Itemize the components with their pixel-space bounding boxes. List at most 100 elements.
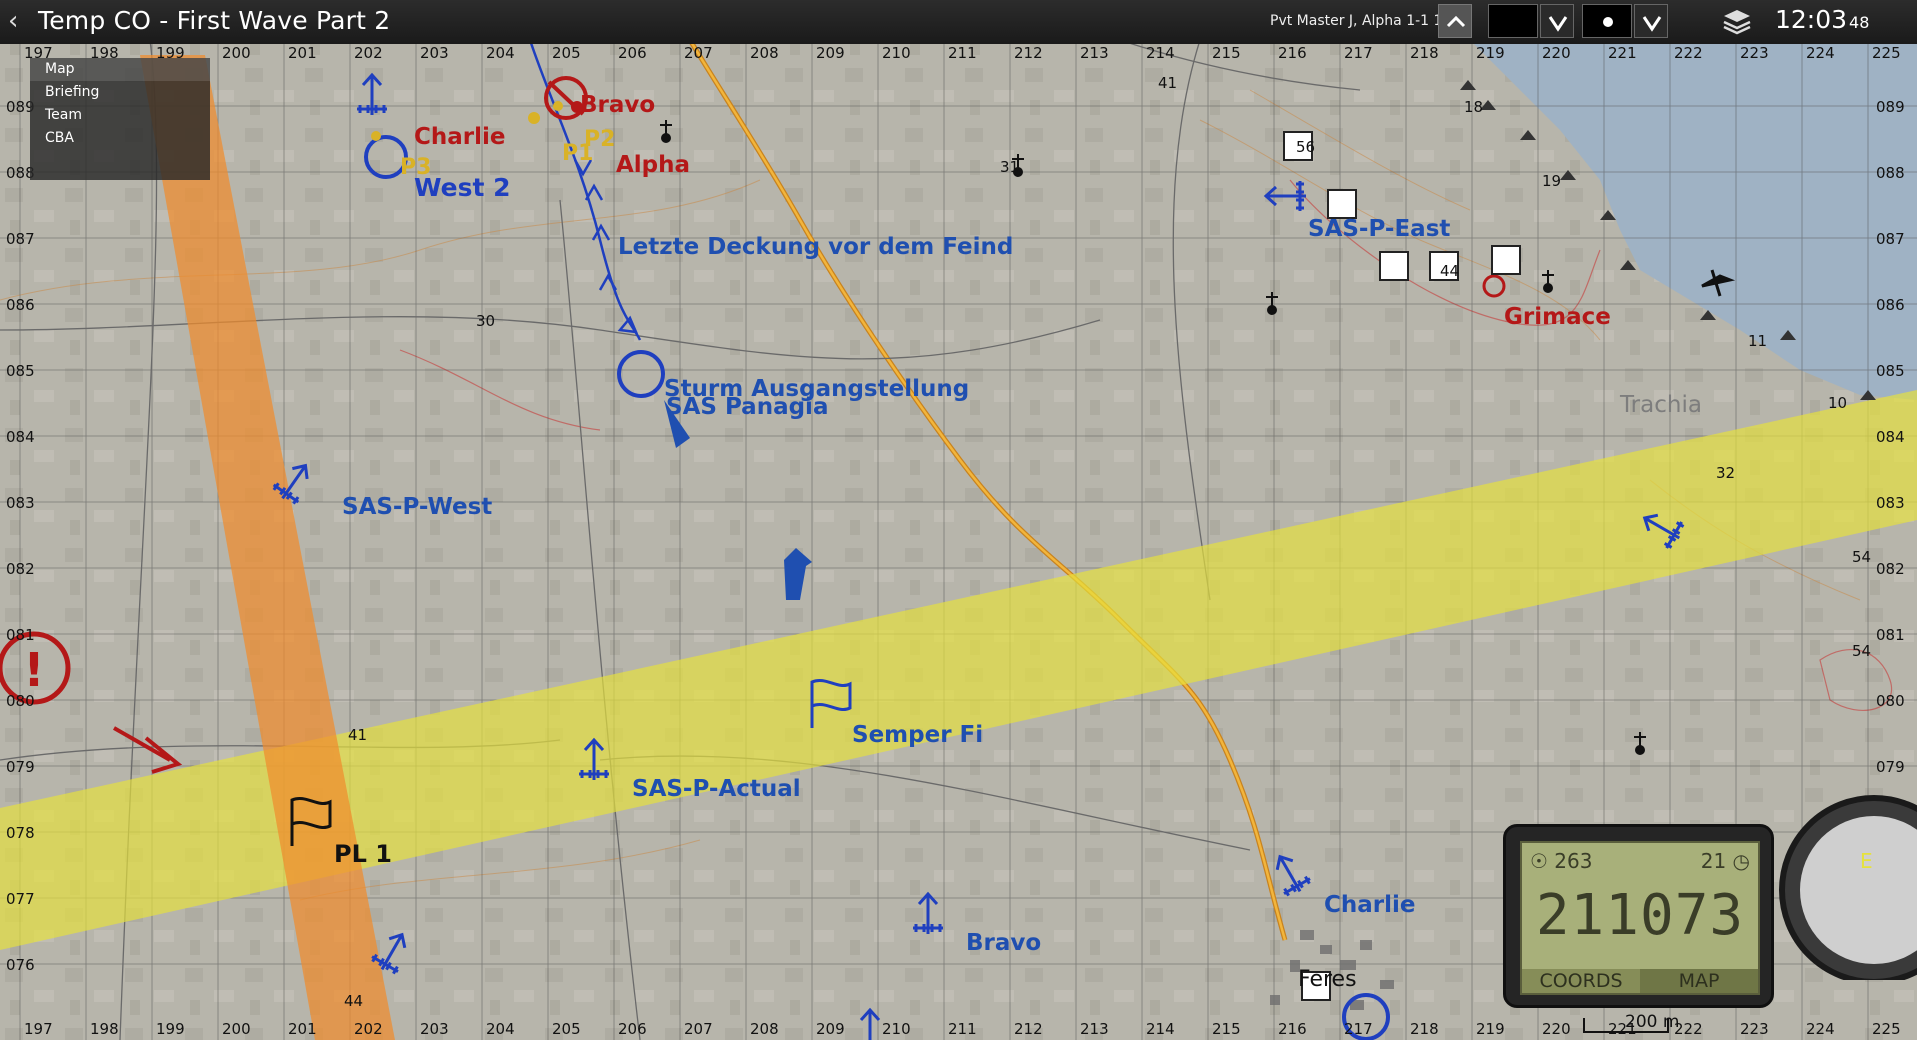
grid-label-top: 224 xyxy=(1806,44,1835,62)
label-semper-fi[interactable]: Semper Fi xyxy=(852,722,983,748)
grid-label-left: 087 xyxy=(6,230,35,248)
label-grimace[interactable]: Grimace xyxy=(1504,304,1611,330)
grid-label-top: 203 xyxy=(420,44,449,62)
menu-item-cba[interactable]: CBA xyxy=(30,127,210,150)
label-feres: Feres xyxy=(1298,967,1357,992)
label-bravo-n[interactable]: Bravo xyxy=(580,92,655,118)
elev-10: 10 xyxy=(1828,394,1847,412)
top-bar: ‹ Temp CO - First Wave Part 2 Pvt Master… xyxy=(0,0,1917,44)
elev-19: 19 xyxy=(1542,172,1561,190)
elev-11: 11 xyxy=(1748,332,1767,350)
grid-label-bottom: 216 xyxy=(1278,1020,1307,1038)
grid-label-bottom: 202 xyxy=(354,1020,383,1038)
grid-label-top: 211 xyxy=(948,44,977,62)
grid-label-top: 221 xyxy=(1608,44,1637,62)
menu-item-team[interactable]: Team xyxy=(30,104,210,127)
gps-speed-icon: ◷ xyxy=(1732,849,1750,873)
bravo-dot xyxy=(553,101,563,111)
elev-41b: 41 xyxy=(1158,74,1177,92)
grid-label-left: 080 xyxy=(6,692,35,710)
channel-color-box[interactable] xyxy=(1488,4,1538,38)
layers-icon xyxy=(1723,10,1751,35)
marker-type-box[interactable] xyxy=(1582,4,1632,38)
elev-54a: 54 xyxy=(1852,548,1871,566)
elev-30: 30 xyxy=(476,312,495,330)
grid-label-bottom: 209 xyxy=(816,1020,845,1038)
grid-label-right: 088 xyxy=(1876,164,1905,182)
grid-label-left: 083 xyxy=(6,494,35,512)
grid-label-top: 210 xyxy=(882,44,911,62)
elev-41a: 41 xyxy=(348,726,367,744)
back-chevron-icon[interactable]: ‹ xyxy=(8,6,18,36)
collapse-button[interactable] xyxy=(1438,4,1472,38)
gps-heading-icon: ☉ xyxy=(1530,849,1548,873)
label-sas-p-west[interactable]: SAS-P-West xyxy=(342,494,492,520)
grid-label-bottom: 205 xyxy=(552,1020,581,1038)
grid-label-top: 215 xyxy=(1212,44,1241,62)
grid-label-bottom: 208 xyxy=(750,1020,779,1038)
grid-label-right: 082 xyxy=(1876,560,1905,578)
gps-device[interactable]: ☉ 263 21 ◷ 211073 COORDS MAP xyxy=(1503,824,1774,1008)
gps-screen: ☉ 263 21 ◷ 211073 COORDS MAP xyxy=(1520,841,1760,995)
marker-dropdown-button[interactable] xyxy=(1634,4,1668,38)
grid-label-right: 089 xyxy=(1876,98,1905,116)
grid-label-top: 200 xyxy=(222,44,251,62)
elev-31: 31 xyxy=(1000,158,1019,176)
layers-button[interactable] xyxy=(1720,4,1754,38)
clock-hm: 12:03 xyxy=(1775,5,1848,34)
map-menu: Map Briefing Team CBA xyxy=(30,58,210,180)
grid-label-top: 216 xyxy=(1278,44,1307,62)
elev-18: 18 xyxy=(1464,98,1483,116)
p3-dot xyxy=(371,131,381,141)
grid-label-top: 214 xyxy=(1146,44,1175,62)
grid-label-top: 219 xyxy=(1476,44,1505,62)
grid-label-bottom: 213 xyxy=(1080,1020,1109,1038)
gps-tab-coords[interactable]: COORDS xyxy=(1522,969,1640,993)
grid-label-bottom: 206 xyxy=(618,1020,647,1038)
grid-label-left: 076 xyxy=(6,956,35,974)
gps-status-row: ☉ 263 21 ◷ xyxy=(1530,849,1750,873)
grid-label-top: 222 xyxy=(1674,44,1703,62)
gps-tab-map[interactable]: MAP xyxy=(1640,969,1758,993)
grid-label-top: 217 xyxy=(1344,44,1373,62)
grid-label-bottom: 223 xyxy=(1740,1020,1769,1038)
label-sas-p-east[interactable]: SAS-P-East xyxy=(1308,216,1450,242)
grid-label-right: 080 xyxy=(1876,692,1905,710)
grid-label-left: 085 xyxy=(6,362,35,380)
clock-seconds: 48 xyxy=(1849,13,1870,32)
label-panagia[interactable]: SAS Panagia xyxy=(666,394,828,420)
grid-label-bottom: 203 xyxy=(420,1020,449,1038)
label-pl1[interactable]: PL 1 xyxy=(334,840,392,868)
grid-label-bottom: 211 xyxy=(948,1020,977,1038)
grid-label-bottom: 200 xyxy=(222,1020,251,1038)
grid-label-bottom: 197 xyxy=(24,1020,53,1038)
channel-dropdown-button[interactable] xyxy=(1540,4,1574,38)
grid-label-left: 084 xyxy=(6,428,35,446)
grid-label-left: 078 xyxy=(6,824,35,842)
grid-label-bottom: 199 xyxy=(156,1020,185,1038)
grid-label-left: 081 xyxy=(6,626,35,644)
label-p3: P3 xyxy=(400,155,431,180)
label-trachia: Trachia xyxy=(1619,392,1702,418)
scale-label: 200 m xyxy=(1625,1012,1680,1032)
label-charlie-se[interactable]: Charlie xyxy=(1324,892,1415,918)
grid-label-bottom: 201 xyxy=(288,1020,317,1038)
elev-54b: 54 xyxy=(1852,642,1871,660)
grid-label-bottom: 218 xyxy=(1410,1020,1439,1038)
menu-item-map[interactable]: Map xyxy=(30,58,210,81)
grid-label-bottom: 210 xyxy=(882,1020,911,1038)
label-alpha[interactable]: Alpha xyxy=(616,152,690,178)
grid-label-top: 202 xyxy=(354,44,383,62)
label-sas-p-actual[interactable]: SAS-P-Actual xyxy=(632,776,801,802)
grid-label-right: 081 xyxy=(1876,626,1905,644)
menu-item-briefing[interactable]: Briefing xyxy=(30,81,210,104)
compass-e-letter: E xyxy=(1860,849,1873,873)
grid-label-top: 205 xyxy=(552,44,581,62)
label-letzte[interactable]: Letzte Deckung vor dem Feind xyxy=(618,234,1013,260)
grid-label-top: 207 xyxy=(684,44,713,62)
label-charlie-nw[interactable]: Charlie xyxy=(414,124,505,150)
label-bravo-s[interactable]: Bravo xyxy=(966,930,1041,956)
chevron-down-icon xyxy=(1642,16,1662,32)
grid-label-bottom: 219 xyxy=(1476,1020,1505,1038)
grid-label-left: 082 xyxy=(6,560,35,578)
